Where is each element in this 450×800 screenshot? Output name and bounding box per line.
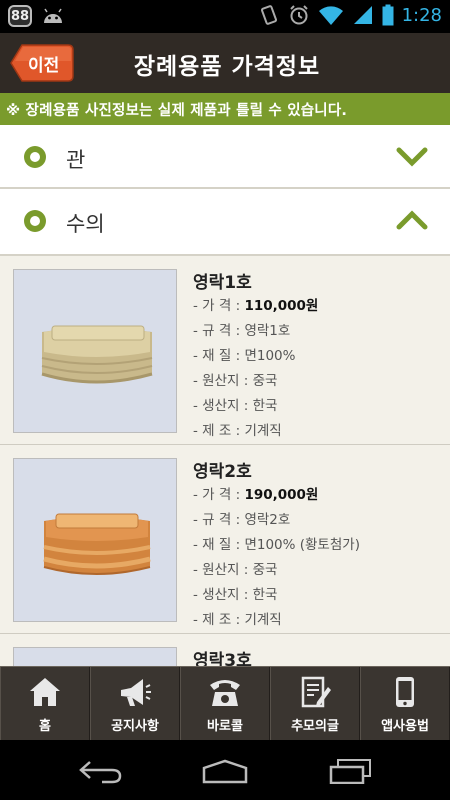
home-nav-icon[interactable] [201,758,249,784]
smartphone-icon [396,677,414,707]
notification-badge: 88 [8,5,32,27]
product-name: 영락1호 [193,273,252,293]
android-icon [44,8,62,23]
megaphone-icon [121,679,151,706]
spec-size: - 규 격 : 영락2호 [193,512,291,528]
tab-label: 앱사용법 [381,719,429,734]
chevron-up-icon[interactable] [396,210,428,230]
battery-icon [382,4,394,26]
spec-material: - 재 질 : 면100% [193,348,296,364]
vibrate-icon [260,5,277,25]
chevron-down-icon[interactable] [396,147,428,167]
spec-manufacture: - 제 조 : 기계직 [193,423,282,439]
tab-home[interactable]: 홈 [0,667,90,740]
section-title: 수의 [66,212,105,236]
spec-size: - 규 격 : 영락1호 [193,323,291,339]
clock: 1:28 [401,4,442,26]
spec-price: - 가 격 : 110,000원 [193,298,319,314]
spec-manufacture: - 제 조 : 기계직 [193,612,282,628]
tab-label: 추모의글 [291,719,339,734]
spec-production: - 생산지 : 한국 [193,587,278,603]
status-bar: 88 1:28 [0,0,450,33]
section-title: 관 [66,148,86,172]
alarm-icon [289,5,308,25]
signal-icon [353,6,372,24]
tab-notice[interactable]: 공지사항 [90,667,180,740]
spec-origin: - 원산지 : 중국 [193,373,278,389]
tab-app-guide[interactable]: 앱사용법 [360,667,450,740]
section-coffin[interactable]: 관 [0,125,450,189]
spec-production: - 생산지 : 한국 [193,398,278,414]
tab-label: 바로콜 [207,719,243,734]
back-icon[interactable] [78,758,124,784]
product-name: 영락3호 [193,651,252,666]
section-shroud[interactable]: 수의 [0,189,450,256]
tab-memorial[interactable]: 추모의글 [270,667,360,740]
bottom-tab-bar: 홈 공지사항 바로콜 추모의글 앱사용법 [0,666,450,740]
product-specs: - 가 격 : 190,000원 - 규 격 : 영락2호 - 재 질 : 면1… [193,483,360,633]
tab-label: 공지사항 [111,719,159,734]
spec-material: - 재 질 : 면100% (황토첨가) [193,537,360,553]
recent-apps-icon[interactable] [328,758,374,784]
tab-call[interactable]: 바로콜 [180,667,270,740]
notice-banner: ※ 장례용품 사진정보는 실제 제품과 틀릴 수 있습니다. [0,93,450,125]
product-item[interactable]: 영락1호 - 가 격 : 110,000원 - 규 격 : 영락1호 - 재 질… [0,256,450,445]
product-image [13,269,177,433]
product-name: 영락2호 [193,462,252,482]
home-icon [30,678,60,706]
spec-origin: - 원산지 : 중국 [193,562,278,578]
system-nav-bar [0,740,450,800]
spec-price: - 가 격 : 190,000원 [193,487,319,503]
product-specs: - 가 격 : 110,000원 - 규 격 : 영락1호 - 재 질 : 면1… [193,294,318,444]
product-list[interactable]: 영락1호 - 가 격 : 110,000원 - 규 격 : 영락1호 - 재 질… [0,256,450,666]
memo-icon [301,676,331,708]
product-item[interactable]: 영락2호 - 가 격 : 190,000원 - 규 격 : 영락2호 - 재 질… [0,445,450,634]
section-radio-icon [24,210,46,232]
product-image [13,458,177,622]
phone-icon [210,680,240,706]
section-radio-icon [24,146,46,168]
app-header: 이전 장례용품 가격정보 [0,33,450,93]
page-title: 장례용품 가격정보 [133,54,321,80]
wifi-icon [318,6,343,25]
tab-label: 홈 [39,719,51,734]
product-image [13,647,177,666]
product-item[interactable]: 영락3호 [0,634,450,666]
